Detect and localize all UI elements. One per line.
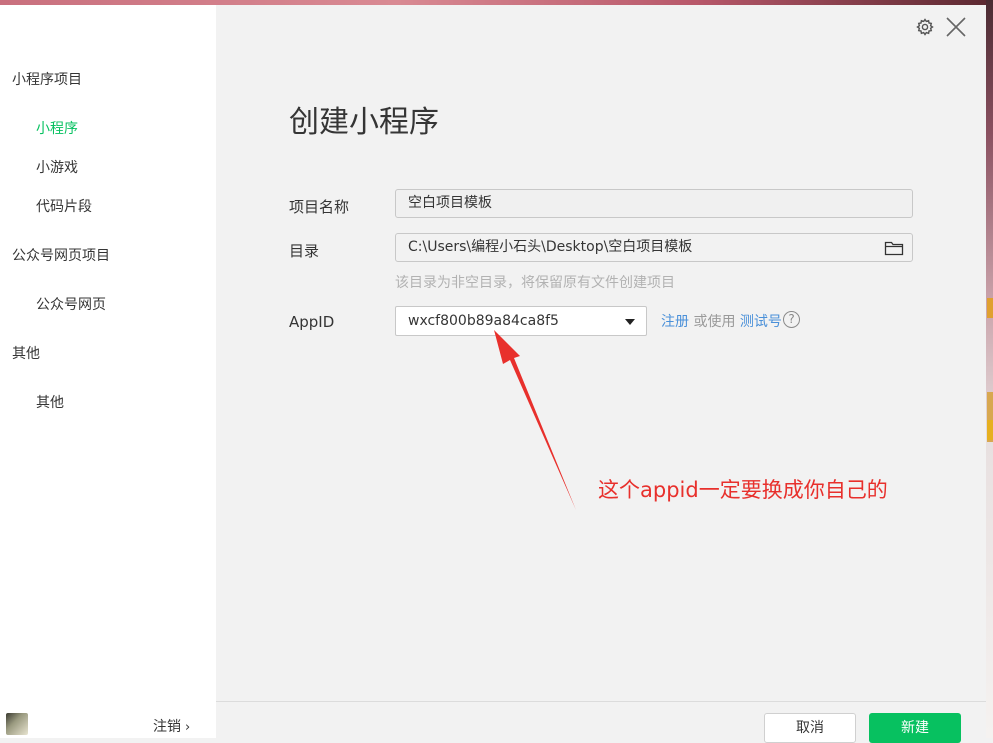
sidebar-item-code-snippet[interactable]: 代码片段 [36, 196, 92, 216]
sidebar [0, 5, 216, 738]
project-name-input[interactable]: 空白项目模板 [395, 189, 913, 218]
directory-value: C:\Users\编程小石头\Desktop\空白项目模板 [408, 239, 693, 255]
appid-links: 注册 或使用 测试号 [661, 311, 782, 331]
directory-hint: 该目录为非空目录，将保留原有文件创建项目 [395, 275, 675, 291]
sidebar-item-official-account-web[interactable]: 公众号网页 [36, 294, 106, 314]
project-name-label: 项目名称 [289, 198, 350, 216]
logout-button[interactable]: 注销 › [153, 716, 190, 736]
folder-icon[interactable] [884, 240, 904, 256]
desktop-shortcut-icon [987, 298, 993, 318]
or-use-text: 或使用 [689, 314, 740, 330]
help-icon[interactable]: ? [783, 311, 800, 328]
sidebar-section-official-account: 公众号网页项目 [12, 248, 110, 264]
close-icon[interactable] [945, 16, 967, 38]
footer-divider [216, 701, 986, 702]
sidebar-item-miniprogram[interactable]: 小程序 [36, 118, 78, 138]
gear-icon[interactable] [915, 17, 935, 37]
directory-input[interactable]: C:\Users\编程小石头\Desktop\空白项目模板 [395, 233, 913, 262]
sidebar-item-other[interactable]: 其他 [36, 392, 64, 412]
avatar[interactable] [6, 713, 28, 735]
test-account-link[interactable]: 测试号 [740, 314, 782, 330]
caret-down-icon [625, 319, 635, 325]
sidebar-section-miniprogram: 小程序项目 [12, 72, 82, 88]
desktop-shortcut-icon [987, 420, 993, 440]
create-button[interactable]: 新建 [869, 713, 961, 743]
project-name-value: 空白项目模板 [408, 195, 492, 211]
directory-label: 目录 [289, 242, 320, 260]
appid-label: AppID [289, 313, 335, 331]
page-title: 创建小程序 [289, 105, 439, 140]
register-link[interactable]: 注册 [661, 314, 689, 330]
sidebar-section-other: 其他 [12, 346, 40, 362]
logout-label: 注销 [153, 719, 181, 735]
cancel-button[interactable]: 取消 [764, 713, 856, 743]
desktop-background-right [986, 0, 993, 738]
chevron-right-icon: › [185, 720, 191, 735]
annotation-text: 这个appid一定要换成你自己的 [598, 478, 888, 502]
sidebar-item-minigame[interactable]: 小游戏 [36, 157, 78, 177]
annotation-arrow [494, 330, 576, 510]
